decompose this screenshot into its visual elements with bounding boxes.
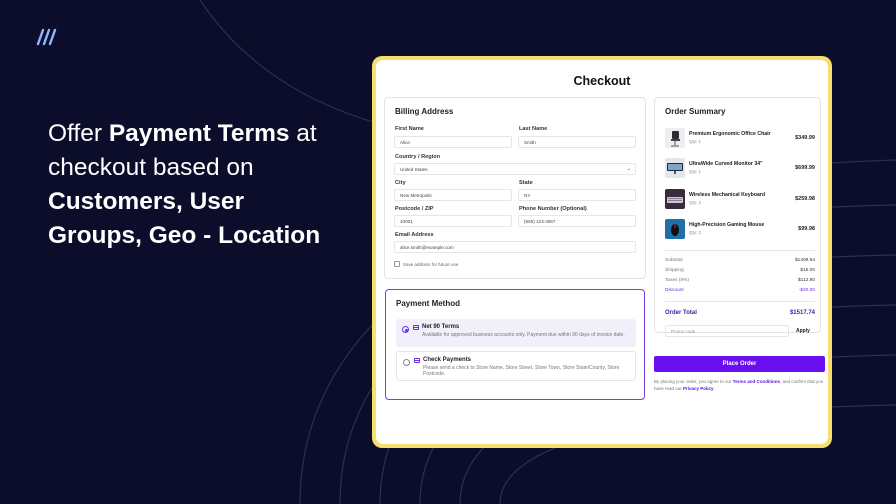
country-label: Country / Region: [395, 154, 441, 160]
promo-code-input[interactable]: Promo code: [665, 325, 789, 337]
payment-option-desc: Please send a check to Store Name, Store…: [423, 365, 620, 377]
country-value: United States: [400, 167, 428, 172]
item-qty: Qty: 1: [689, 139, 702, 144]
list-item: High-Precision Gaming Mouse Qty: 2 $99.9…: [665, 219, 815, 241]
shipping-row: Shipping $15.00: [665, 268, 815, 273]
phone-field[interactable]: (555) 123-4567: [518, 215, 636, 227]
save-address-checkbox[interactable]: [394, 261, 400, 267]
list-item: UltraWide Curved Monitor 34" Qty: 1 $699…: [665, 158, 815, 180]
order-total-row: Order Total $1517.74: [665, 310, 815, 316]
terms-pre: By placing your order, you agree to our: [654, 379, 733, 384]
payment-option-name: Check Payments: [423, 357, 472, 363]
hero-line1-c: at: [289, 120, 317, 147]
subtotal-value: $1409.94: [794, 258, 815, 263]
list-item: Premium Ergonomic Office Chair Qty: 1 $3…: [665, 128, 815, 150]
item-price: $99.98: [798, 226, 815, 232]
privacy-link[interactable]: Privacy Policy: [683, 386, 714, 391]
hero-line4: Groups, Geo - Location: [48, 222, 321, 249]
divider: [665, 250, 815, 251]
save-address-row[interactable]: Save address for future use: [394, 261, 458, 267]
discount-value: -$20.00: [798, 288, 815, 293]
item-name: UltraWide Curved Monitor 34": [689, 161, 763, 167]
payment-option-net90[interactable]: Net 90 Terms Available for approved busi…: [396, 319, 636, 347]
hero-headline: Offer Payment Terms at checkout based on…: [48, 117, 358, 253]
order-summary-panel: Order Summary Premium Ergonomic Office C…: [654, 97, 821, 337]
checkout-frame: Checkout Billing Address First Name Alic…: [372, 56, 832, 448]
terms-link[interactable]: Terms and Conditions: [733, 379, 780, 384]
item-name: Premium Ergonomic Office Chair: [689, 131, 771, 137]
state-field[interactable]: NY: [518, 189, 636, 201]
office-chair-thumbnail: [665, 128, 685, 148]
last-name-field[interactable]: Smith: [518, 136, 636, 148]
terms-post: .: [713, 386, 715, 391]
postcode-label: Postcode / ZIP: [395, 206, 434, 212]
monitor-thumbnail: [665, 158, 685, 178]
radio-selected-icon[interactable]: [402, 326, 409, 333]
payment-option-desc: Available for approved business accounts…: [422, 332, 625, 338]
check-payment-icon: [414, 358, 420, 363]
email-label: Email Address: [395, 232, 434, 238]
hero-line1-b: Payment Terms: [108, 120, 290, 147]
first-name-field[interactable]: Alice: [394, 136, 512, 148]
discount-label: Discount: [665, 288, 684, 293]
list-item: Wireless Mechanical Keyboard Qty: 2 $259…: [665, 189, 815, 211]
radio-unselected-icon[interactable]: [403, 359, 410, 366]
item-name: Wireless Mechanical Keyboard: [689, 192, 766, 198]
item-price: $699.99: [795, 165, 815, 171]
payment-method-panel: Payment Method Net 90 Terms Available fo…: [385, 289, 645, 400]
taxes-label: Taxes (8%): [665, 278, 689, 283]
first-name-label: First Name: [395, 126, 424, 132]
phone-label: Phone Number (Optional): [519, 206, 587, 212]
payment-option-name: Net 90 Terms: [422, 324, 460, 330]
subtotal-row: Subtotal $1409.94: [665, 258, 815, 263]
brand-logo-icon: [36, 28, 57, 46]
shipping-value: $15.00: [800, 268, 815, 273]
page-title: Checkout: [573, 74, 631, 88]
postcode-field[interactable]: 10001: [394, 215, 512, 227]
place-order-button[interactable]: Place Order: [654, 356, 825, 372]
state-label: State: [519, 180, 533, 186]
order-total-label: Order Total: [665, 310, 697, 316]
gaming-mouse-thumbnail: [665, 219, 685, 239]
subtotal-label: Subtotal: [665, 258, 683, 263]
hero-line3: Customers, User: [48, 188, 245, 215]
billing-address-panel: Billing Address First Name Alice Last Na…: [384, 97, 646, 279]
item-name: High-Precision Gaming Mouse: [689, 222, 765, 228]
save-address-label: Save address for future use: [403, 261, 459, 267]
item-qty: Qty: 2: [689, 230, 702, 235]
city-field[interactable]: New Metropolis: [394, 189, 512, 201]
summary-title: Order Summary: [665, 107, 726, 116]
order-total-value: $1517.74: [789, 310, 815, 316]
country-select[interactable]: United States ⌄: [394, 163, 636, 175]
taxes-row: Taxes (8%) $112.80: [665, 278, 815, 283]
terms-notice: By placing your order, you agree to our …: [654, 378, 826, 392]
discount-row: Discount -$20.00: [665, 288, 815, 293]
shipping-label: Shipping: [665, 268, 684, 273]
keyboard-thumbnail: [665, 189, 685, 209]
item-qty: Qty: 2: [689, 200, 702, 205]
city-label: City: [395, 180, 406, 186]
item-qty: Qty: 1: [689, 169, 702, 174]
apply-button[interactable]: Apply: [796, 328, 810, 334]
hero-line2: checkout based on: [48, 154, 254, 181]
taxes-value: $112.80: [798, 278, 815, 283]
last-name-label: Last Name: [519, 126, 548, 132]
item-price: $259.98: [795, 196, 815, 202]
divider: [665, 301, 815, 302]
billing-title: Billing Address: [395, 107, 454, 116]
hero-line1-a: Offer: [48, 120, 109, 147]
item-price: $349.99: [795, 135, 815, 141]
payment-title: Payment Method: [396, 299, 461, 308]
email-field[interactable]: alice.smith@example.com: [394, 241, 636, 253]
payment-option-check[interactable]: Check Payments Please send a check to St…: [396, 351, 636, 381]
invoice-icon: [413, 325, 419, 330]
checkout-card: Checkout Billing Address First Name Alic…: [376, 60, 828, 444]
chevron-down-icon: ⌄: [626, 166, 631, 172]
